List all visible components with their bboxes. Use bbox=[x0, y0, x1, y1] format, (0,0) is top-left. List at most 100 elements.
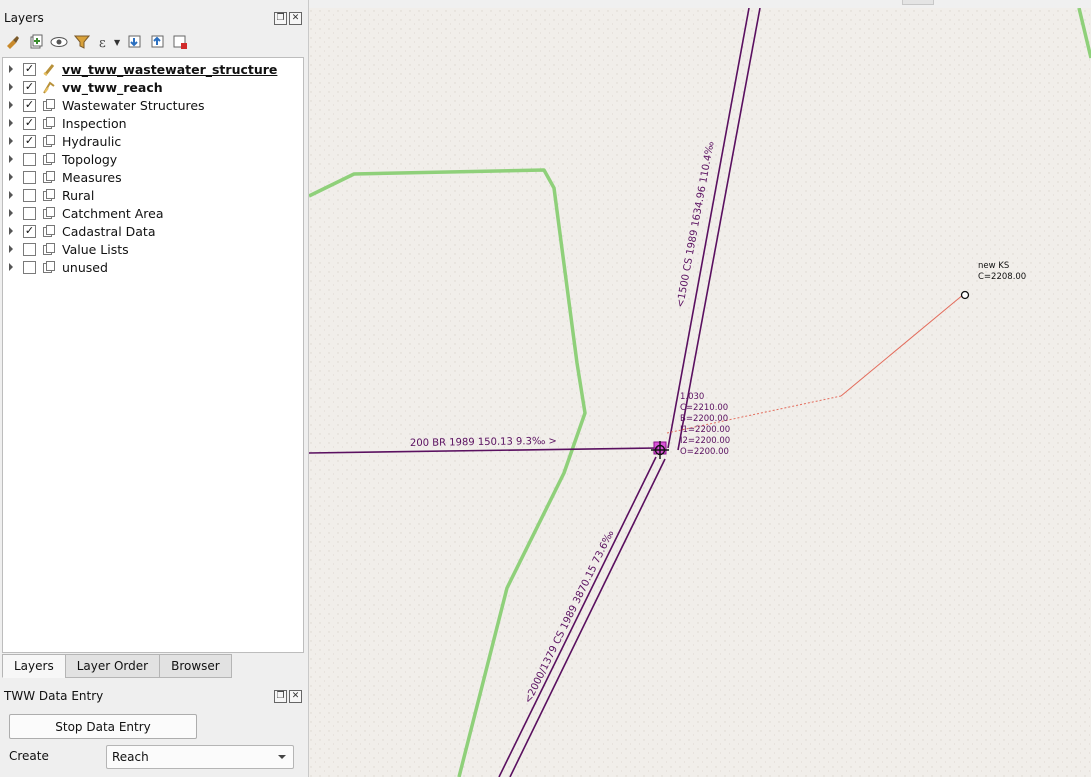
filter-icon[interactable] bbox=[73, 33, 91, 51]
close-icon[interactable]: ✕ bbox=[289, 12, 302, 25]
point-layer-icon bbox=[42, 62, 56, 76]
layer-name: vw_tww_wastewater_structure bbox=[62, 61, 278, 77]
layer-visibility-checkbox[interactable]: ✓ bbox=[23, 80, 36, 94]
expand-arrow-icon[interactable] bbox=[9, 155, 13, 163]
group-icon bbox=[42, 170, 56, 184]
dock-tabs: Layers Layer Order Browser bbox=[2, 654, 232, 678]
tab-layer-order[interactable]: Layer Order bbox=[64, 654, 161, 678]
layer-visibility-checkbox[interactable] bbox=[23, 242, 36, 256]
tab-layers[interactable]: Layers bbox=[2, 654, 66, 678]
layer-visibility-checkbox[interactable]: ✓ bbox=[23, 62, 36, 76]
create-select-value: Reach bbox=[112, 750, 149, 764]
remove-layer-icon[interactable] bbox=[171, 33, 189, 51]
map-canvas[interactable]: <1500 CS 1989 1634.96 110.4‰ 200 BR 1989… bbox=[309, 8, 1091, 777]
expand-arrow-icon[interactable] bbox=[9, 137, 13, 145]
expand-arrow-icon[interactable] bbox=[9, 245, 13, 253]
layer-name: Hydraulic bbox=[62, 133, 122, 149]
expand-arrow-icon[interactable] bbox=[9, 101, 13, 109]
tab-browser[interactable]: Browser bbox=[159, 654, 232, 678]
layers-toolbar: ε ▼ bbox=[4, 32, 189, 52]
layer-row[interactable]: ✓ Inspection bbox=[3, 114, 301, 132]
create-select[interactable]: Reach bbox=[106, 745, 294, 769]
layer-name: Value Lists bbox=[62, 241, 129, 257]
group-icon bbox=[42, 242, 56, 256]
map-toolbar-button[interactable] bbox=[902, 0, 934, 5]
layer-name: Wastewater Structures bbox=[62, 97, 205, 113]
layers-panel-buttons: ❐ ✕ bbox=[274, 12, 302, 25]
layer-visibility-checkbox[interactable] bbox=[23, 188, 36, 202]
layer-row[interactable]: Measures bbox=[3, 168, 301, 186]
expand-all-icon[interactable] bbox=[125, 33, 143, 51]
layer-visibility-checkbox[interactable] bbox=[23, 260, 36, 274]
expand-arrow-icon[interactable] bbox=[9, 173, 13, 181]
layer-row[interactable]: ✓ Cadastral Data bbox=[3, 222, 301, 240]
expand-arrow-icon[interactable] bbox=[9, 263, 13, 271]
group-icon bbox=[42, 116, 56, 130]
layer-row[interactable]: Catchment Area bbox=[3, 204, 301, 222]
node-id: 1.030 bbox=[680, 392, 704, 402]
create-label: Create bbox=[9, 749, 49, 763]
layer-tree[interactable]: ✓ vw_tww_wastewater_structure ✓ vw_tww_reac… bbox=[2, 57, 304, 653]
layer-visibility-checkbox[interactable] bbox=[23, 152, 36, 166]
line-layer-icon bbox=[42, 80, 56, 94]
expression-filter-caret-icon[interactable]: ▼ bbox=[114, 38, 120, 47]
add-group-icon[interactable] bbox=[27, 33, 45, 51]
layer-visibility-checkbox[interactable]: ✓ bbox=[23, 98, 36, 112]
float-icon[interactable]: ❐ bbox=[274, 690, 287, 703]
layer-row[interactable]: ✓ Wastewater Structures bbox=[3, 96, 301, 114]
expression-filter-icon[interactable]: ε bbox=[96, 33, 114, 51]
group-icon bbox=[42, 152, 56, 166]
paint-style-icon[interactable] bbox=[4, 33, 22, 51]
float-icon[interactable]: ❐ bbox=[274, 12, 287, 25]
layer-row[interactable]: Value Lists bbox=[3, 240, 301, 258]
node-bottom: B=2200.00 bbox=[680, 414, 728, 424]
new-structure-name: new KS bbox=[978, 261, 1009, 271]
layer-row[interactable]: Rural bbox=[3, 186, 301, 204]
node-inlet-1: I1=2200.00 bbox=[680, 425, 730, 435]
expand-arrow-icon[interactable] bbox=[9, 65, 13, 73]
svg-text:ε: ε bbox=[99, 36, 106, 50]
group-icon bbox=[42, 206, 56, 220]
layer-name: Cadastral Data bbox=[62, 223, 156, 239]
layer-visibility-checkbox[interactable] bbox=[23, 206, 36, 220]
layer-name: Topology bbox=[62, 151, 118, 167]
expand-arrow-icon[interactable] bbox=[9, 227, 13, 235]
node-cover: C=2210.00 bbox=[680, 403, 728, 413]
layer-name: Measures bbox=[62, 169, 122, 185]
layer-name: Rural bbox=[62, 187, 95, 203]
layer-visibility-checkbox[interactable]: ✓ bbox=[23, 134, 36, 148]
collapse-all-icon[interactable] bbox=[148, 33, 166, 51]
reach-label-left: 200 BR 1989 150.13 9.3‰ > bbox=[410, 436, 557, 449]
group-icon bbox=[42, 98, 56, 112]
layer-visibility-checkbox[interactable]: ✓ bbox=[23, 116, 36, 130]
stop-data-entry-button[interactable]: Stop Data Entry bbox=[9, 714, 197, 739]
left-dock: Layers ❐ ✕ ε ▼ ✓ vw_tww_wastewater_struc… bbox=[0, 0, 309, 777]
expand-arrow-icon[interactable] bbox=[9, 119, 13, 127]
layer-visibility-checkbox[interactable] bbox=[23, 170, 36, 184]
visibility-icon[interactable] bbox=[50, 33, 68, 51]
group-icon bbox=[42, 224, 56, 238]
data-entry-panel-title: TWW Data Entry bbox=[4, 689, 104, 703]
expand-arrow-icon[interactable] bbox=[9, 209, 13, 217]
layer-row[interactable]: ✓ Hydraulic bbox=[3, 132, 301, 150]
layer-name: unused bbox=[62, 259, 108, 275]
layer-row[interactable]: unused bbox=[3, 258, 301, 276]
group-icon bbox=[42, 188, 56, 202]
layer-visibility-checkbox[interactable]: ✓ bbox=[23, 224, 36, 238]
close-icon[interactable]: ✕ bbox=[289, 690, 302, 703]
layer-row[interactable]: Topology bbox=[3, 150, 301, 168]
expand-arrow-icon[interactable] bbox=[9, 83, 13, 91]
node-outlet: O=2200.00 bbox=[680, 447, 729, 457]
new-structure-cover: C=2208.00 bbox=[978, 272, 1026, 282]
layer-row[interactable]: ✓ vw_tww_reach bbox=[3, 78, 301, 96]
node-inlet-2: I2=2200.00 bbox=[680, 436, 730, 446]
layers-panel-title: Layers bbox=[4, 11, 44, 25]
layer-row[interactable]: ✓ vw_tww_wastewater_structure bbox=[3, 60, 301, 78]
group-icon bbox=[42, 134, 56, 148]
group-icon bbox=[42, 260, 56, 274]
layer-name: Inspection bbox=[62, 115, 127, 131]
new-structure-node[interactable] bbox=[960, 290, 970, 300]
chevron-down-icon[interactable] bbox=[278, 755, 286, 759]
layer-name: vw_tww_reach bbox=[62, 79, 163, 95]
expand-arrow-icon[interactable] bbox=[9, 191, 13, 199]
